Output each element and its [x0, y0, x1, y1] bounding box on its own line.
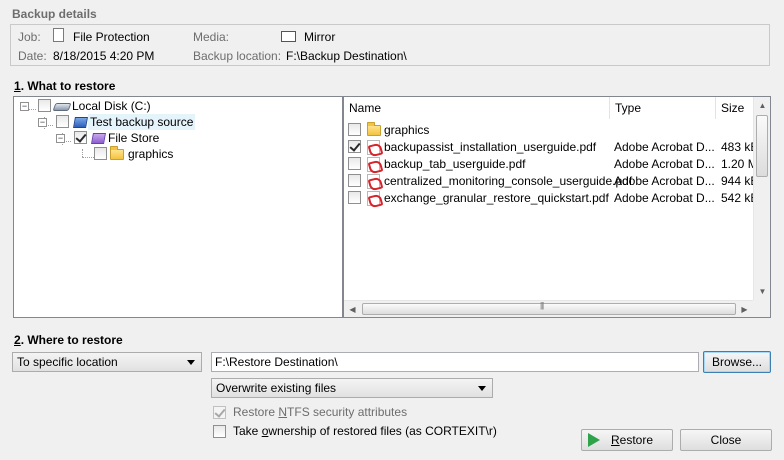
file-row[interactable]: backup_tab_userguide.pdf Adobe Acrobat D… — [344, 156, 761, 173]
scrollbar-corner — [753, 300, 770, 317]
tree-label-test-backup-source: Test backup source — [88, 114, 196, 130]
tree-label-graphics: graphics — [128, 147, 174, 161]
location-mode-select[interactable]: To specific location — [12, 352, 202, 372]
restore-label: Restore — [610, 433, 654, 447]
backup-details-title: Backup details — [12, 7, 97, 21]
folder-icon — [367, 122, 381, 136]
tree-checkbox-graphics[interactable] — [94, 147, 107, 160]
folder-icon — [110, 146, 124, 160]
file-type: Adobe Acrobat D... — [614, 191, 715, 205]
tree-checkbox-local-disk[interactable] — [38, 99, 51, 112]
column-header-size[interactable]: Size — [716, 97, 754, 119]
pdf-icon — [367, 157, 380, 172]
file-name: centralized_monitoring_console_userguide… — [384, 174, 633, 188]
file-row[interactable]: centralized_monitoring_console_userguide… — [344, 173, 758, 190]
tree-node-file-store[interactable]: − File Store — [54, 130, 194, 146]
pdf-icon — [367, 174, 380, 189]
file-name: backup_tab_userguide.pdf — [384, 157, 526, 171]
pdf-icon — [367, 191, 380, 206]
ownership-checkbox[interactable] — [213, 425, 226, 438]
tree-node-test-backup-source[interactable]: − Test backup source — [36, 114, 216, 130]
ownership-option[interactable]: Take ownership of restored files (as COR… — [213, 423, 543, 440]
file-row[interactable]: backupassist_installation_userguide.pdf … — [344, 139, 758, 156]
media-value: Mirror — [304, 30, 336, 44]
horizontal-scrollbar[interactable]: ◀ ||| ▶ — [344, 300, 753, 317]
pdf-icon — [367, 140, 380, 155]
chevron-down-icon — [187, 360, 195, 365]
tree-node-local-disk[interactable]: − Local Disk (C:) — [18, 98, 178, 114]
tree-checkbox-file-store[interactable] — [74, 131, 87, 144]
file-type: Adobe Acrobat D... — [614, 157, 715, 171]
job-value: File Protection — [73, 30, 150, 44]
tree-label-local-disk: Local Disk (C:) — [72, 99, 151, 113]
tree-label-file-store: File Store — [108, 131, 160, 145]
media-label: Media: — [193, 30, 230, 44]
scroll-left-icon[interactable]: ◀ — [344, 301, 361, 317]
restore-button[interactable]: Restore — [581, 429, 673, 451]
ownership-label: Take ownership of restored files (as COR… — [233, 424, 497, 438]
folder-outline-icon — [281, 31, 296, 42]
browse-button[interactable]: Browse... — [703, 351, 771, 373]
folder-purple-icon — [91, 133, 106, 144]
date-value: 8/18/2015 4:20 PM — [53, 49, 155, 63]
ntfs-option[interactable]: Restore NTFS security attributes — [213, 404, 513, 421]
file-checkbox[interactable] — [348, 123, 361, 136]
file-type: Adobe Acrobat D... — [614, 140, 715, 154]
backup-details-box: Job: File Protection Date: 8/18/2015 4:2… — [10, 24, 770, 66]
tree-checkbox-test-backup-source[interactable] — [56, 115, 69, 128]
ntfs-label: Restore NTFS security attributes — [233, 405, 408, 419]
file-checkbox[interactable] — [348, 174, 361, 187]
column-header-type[interactable]: Type — [610, 97, 716, 119]
vertical-scrollbar[interactable]: ▲ ▼ — [753, 97, 770, 300]
destination-path-value: F:\Restore Destination\ — [215, 355, 338, 369]
where-to-restore-title: 2. Where to restore — [14, 333, 123, 347]
file-icon — [53, 28, 64, 42]
backup-location-label: Backup location: — [193, 49, 282, 63]
folder-tree[interactable]: − Local Disk (C:) − Test backup source −… — [13, 96, 343, 318]
file-checkbox[interactable] — [348, 191, 361, 204]
file-name: graphics — [384, 123, 430, 137]
collapse-icon[interactable]: − — [56, 134, 65, 143]
scroll-up-icon[interactable]: ▲ — [754, 97, 770, 114]
job-label: Job: — [18, 30, 41, 44]
overwrite-mode-value: Overwrite existing files — [216, 381, 337, 395]
grip-icon: ||| — [540, 301, 544, 310]
ntfs-checkbox[interactable] — [213, 406, 226, 419]
collapse-icon[interactable]: − — [38, 118, 47, 127]
what-to-restore-title: 1. What to restore — [14, 79, 116, 93]
file-row[interactable]: exchange_granular_restore_quickstart.pdf… — [344, 190, 758, 207]
overwrite-mode-select[interactable]: Overwrite existing files — [211, 378, 493, 398]
scroll-down-icon[interactable]: ▼ — [754, 283, 770, 300]
horizontal-scroll-thumb[interactable]: ||| — [362, 301, 736, 315]
folder-blue-icon — [73, 117, 88, 128]
file-checkbox[interactable] — [348, 140, 361, 153]
collapse-icon[interactable]: − — [20, 102, 29, 111]
backup-location-value: F:\Backup Destination\ — [286, 49, 407, 63]
file-checkbox[interactable] — [348, 157, 361, 170]
file-name: exchange_granular_restore_quickstart.pdf — [384, 191, 609, 205]
vertical-scroll-thumb[interactable] — [756, 115, 768, 177]
disk-icon — [52, 103, 72, 111]
tree-node-graphics[interactable]: graphics — [92, 146, 212, 162]
date-label: Date: — [18, 49, 47, 63]
restore-play-icon — [588, 433, 600, 447]
file-name: backupassist_installation_userguide.pdf — [384, 140, 597, 154]
close-button[interactable]: Close — [680, 429, 772, 451]
scroll-right-icon[interactable]: ▶ — [736, 301, 753, 317]
column-header-name[interactable]: Name — [344, 97, 610, 119]
chevron-down-icon — [478, 386, 486, 391]
location-mode-value: To specific location — [17, 355, 118, 369]
file-row[interactable]: graphics — [344, 122, 754, 139]
file-list[interactable]: Name Type Size graphics backupassist_ins… — [343, 96, 771, 318]
destination-path-input[interactable]: F:\Restore Destination\ — [211, 352, 699, 372]
file-type: Adobe Acrobat D... — [614, 174, 715, 188]
